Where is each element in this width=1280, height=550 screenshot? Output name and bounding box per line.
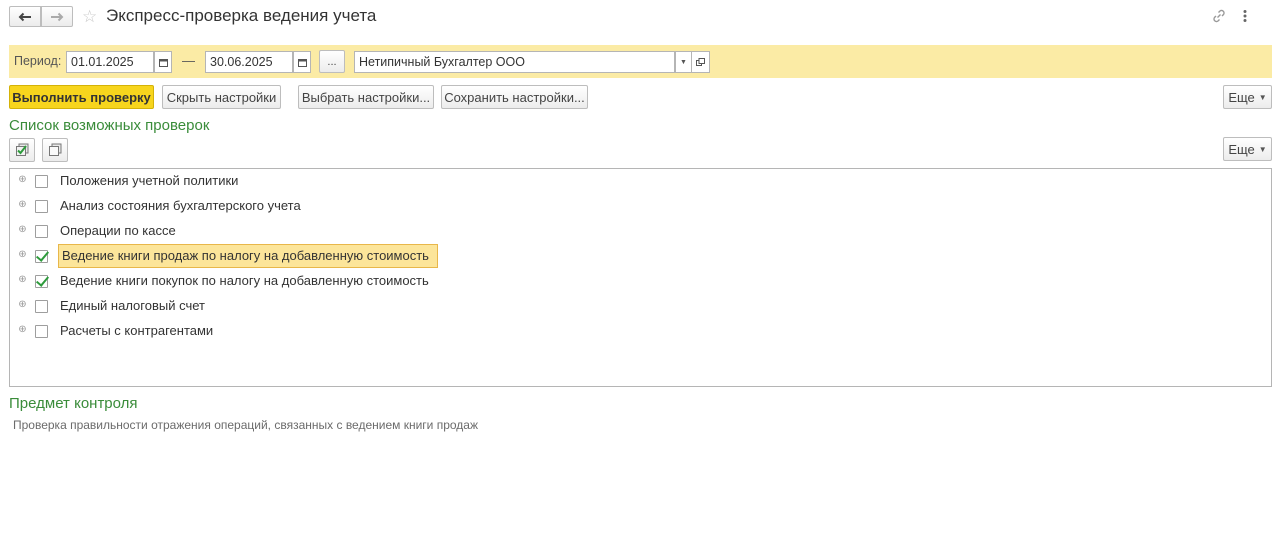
item-checkbox[interactable] xyxy=(35,225,48,238)
expand-icon[interactable]: ⊕ xyxy=(18,225,27,235)
list-item[interactable]: ⊕ Анализ состояния бухгалтерского учета xyxy=(10,194,1271,219)
item-label: Ведение книги продаж по налогу на добавл… xyxy=(58,244,438,268)
checks-section-title: Список возможных проверок xyxy=(9,117,210,134)
control-description: Проверка правильности отражения операций… xyxy=(13,418,479,432)
calendar-to-button[interactable] xyxy=(293,51,311,73)
vertical-dots-icon[interactable] xyxy=(1238,8,1252,24)
forward-button[interactable] xyxy=(41,6,73,27)
choose-settings-button[interactable]: Выбрать настройки... xyxy=(298,85,434,109)
hide-settings-button[interactable]: Скрыть настройки xyxy=(162,85,281,109)
expand-icon[interactable]: ⊕ xyxy=(18,200,27,210)
star-icon[interactable]: ☆ xyxy=(82,7,97,27)
open-form-icon xyxy=(696,57,705,66)
chevron-down-icon: ▼ xyxy=(1258,144,1267,154)
checks-list[interactable]: ⊕ Положения учетной политики ⊕ Анализ со… xyxy=(9,168,1272,387)
checks-more-label: Еще xyxy=(1228,141,1255,157)
more-label: Еще xyxy=(1228,89,1255,105)
list-item[interactable]: ⊕ Ведение книги покупок по налогу на доб… xyxy=(10,269,1271,294)
check-all-icon xyxy=(15,143,28,156)
item-checkbox[interactable] xyxy=(35,250,48,263)
expand-icon[interactable]: ⊕ xyxy=(18,175,27,185)
check-all-button[interactable] xyxy=(9,138,35,162)
save-settings-button[interactable]: Сохранить настройки... xyxy=(441,85,588,109)
expand-icon[interactable]: ⊕ xyxy=(18,275,27,285)
item-checkbox[interactable] xyxy=(35,275,48,288)
list-item[interactable]: ⊕ Ведение книги продаж по налогу на доба… xyxy=(10,244,1271,269)
chevron-down-icon: ▼ xyxy=(680,58,687,66)
expand-icon[interactable]: ⊕ xyxy=(18,300,27,310)
item-label: Расчеты с контрагентами xyxy=(60,323,214,338)
link-icon[interactable] xyxy=(1211,8,1227,27)
list-item[interactable]: ⊕ Единый налоговый счет xyxy=(10,294,1271,319)
arrow-left-icon xyxy=(18,12,31,21)
expand-icon[interactable]: ⊕ xyxy=(18,250,27,260)
period-from-field[interactable]: 01.01.2025 xyxy=(66,51,154,73)
organization-dropdown-button[interactable]: ▼ xyxy=(675,51,692,73)
item-label: Ведение книги покупок по налогу на добав… xyxy=(60,273,429,288)
checks-more-button[interactable]: Еще ▼ xyxy=(1223,137,1272,161)
item-label: Операции по кассе xyxy=(60,223,176,238)
run-check-button[interactable]: Выполнить проверку xyxy=(9,85,154,109)
item-checkbox[interactable] xyxy=(35,200,48,213)
period-label: Период: xyxy=(14,54,62,68)
item-checkbox[interactable] xyxy=(35,300,48,313)
more-button[interactable]: Еще ▼ xyxy=(1223,85,1272,109)
calendar-from-button[interactable] xyxy=(154,51,172,73)
uncheck-all-button[interactable] xyxy=(42,138,68,162)
item-label: Положения учетной политики xyxy=(60,173,239,188)
chevron-down-icon: ▼ xyxy=(1258,92,1267,102)
list-item[interactable]: ⊕ Положения учетной политики xyxy=(10,169,1271,194)
choose-period-button[interactable]: ... xyxy=(319,50,345,73)
list-item[interactable]: ⊕ Расчеты с контрагентами xyxy=(10,319,1271,344)
period-separator: — xyxy=(182,53,195,68)
arrow-right-icon xyxy=(51,12,64,21)
uncheck-all-icon xyxy=(48,143,61,156)
item-label: Единый налоговый счет xyxy=(60,298,205,313)
control-section-title: Предмет контроля xyxy=(9,395,138,412)
page-title: Экспресс-проверка ведения учета xyxy=(106,6,377,25)
calendar-icon xyxy=(158,58,168,67)
organization-field[interactable]: Нетипичный Бухгалтер ООО xyxy=(354,51,675,73)
list-item[interactable]: ⊕ Операции по кассе xyxy=(10,219,1271,244)
item-checkbox[interactable] xyxy=(35,325,48,338)
back-button[interactable] xyxy=(9,6,41,27)
expand-icon[interactable]: ⊕ xyxy=(18,325,27,335)
item-label: Анализ состояния бухгалтерского учета xyxy=(60,198,301,213)
period-to-field[interactable]: 30.06.2025 xyxy=(205,51,293,73)
calendar-icon xyxy=(297,58,307,67)
item-checkbox[interactable] xyxy=(35,175,48,188)
organization-open-button[interactable] xyxy=(692,51,710,73)
